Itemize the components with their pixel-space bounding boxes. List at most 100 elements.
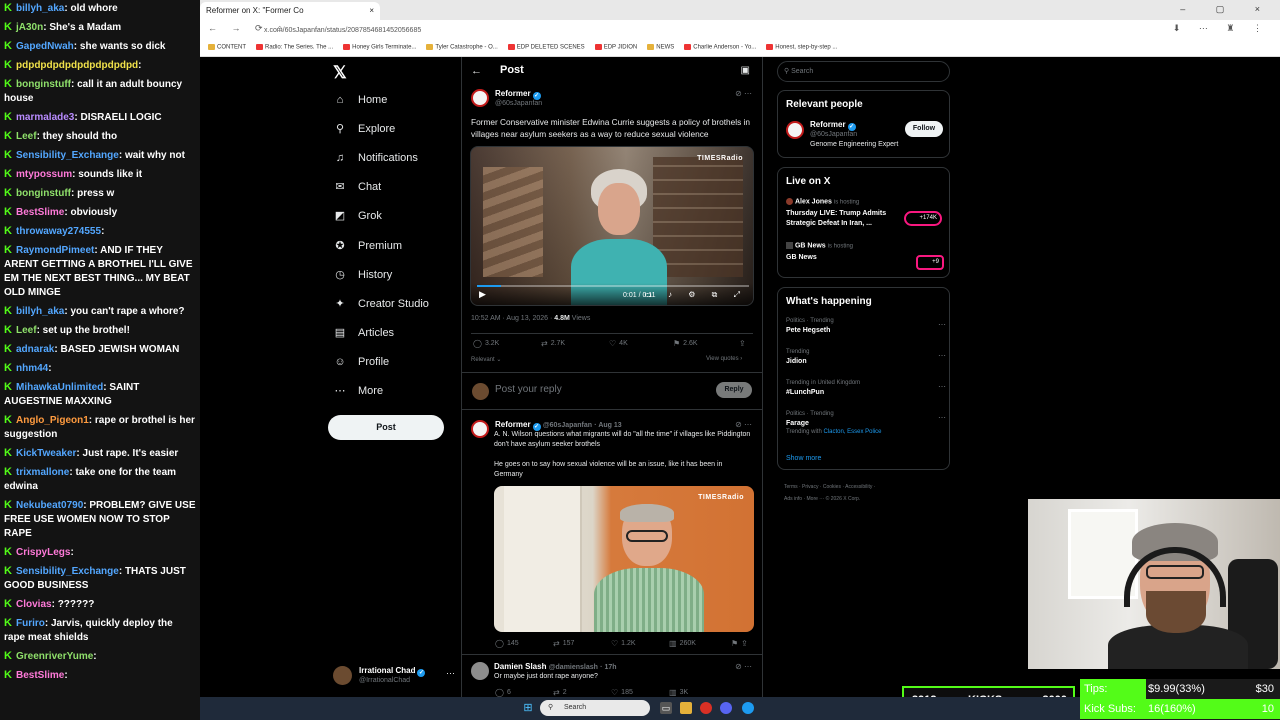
author-name[interactable]: Reformer: [495, 420, 531, 429]
view-quotes-link[interactable]: View quotes ›: [706, 356, 742, 362]
chat-username[interactable]: Leef: [16, 131, 37, 142]
reply-action[interactable]: ◯ 145: [495, 639, 553, 648]
chat-username[interactable]: Nekubeat0790: [16, 500, 83, 511]
nav-item-more[interactable]: ⋯ More: [333, 380, 384, 402]
repost-action[interactable]: ⇄ 157: [553, 639, 611, 648]
video-control-icons[interactable]: ▭ ♪ ⚙ ⧉ ⤢: [644, 290, 747, 300]
author-name[interactable]: Reformer: [495, 89, 531, 98]
more-options-icon[interactable]: ⋯: [446, 668, 455, 679]
grok-and-more-icons[interactable]: ⊘ ⋯: [735, 420, 752, 429]
like-action[interactable]: ♡ 185: [611, 688, 669, 697]
chrome-icon[interactable]: [700, 702, 712, 714]
nav-item-chat[interactable]: ✉ Chat: [333, 176, 381, 198]
chat-username[interactable]: throwaway274555: [16, 226, 101, 237]
search-input[interactable]: ⚲ Search: [777, 61, 950, 82]
more-options-icon[interactable]: ⋯: [938, 320, 946, 329]
views-action[interactable]: ▥ 260K: [669, 639, 731, 648]
task-view-icon[interactable]: ▭: [660, 702, 672, 714]
chat-username[interactable]: bonginstuff: [16, 79, 71, 90]
browser-toolbar-icons[interactable]: ⬇ ⋯ ♜ ⋮: [1173, 23, 1270, 34]
close-tab-icon[interactable]: ×: [369, 6, 374, 15]
chat-username[interactable]: Leef: [16, 325, 37, 336]
person-name[interactable]: Reformer: [810, 120, 846, 129]
nav-item-creator-studio[interactable]: ✦ Creator Studio: [333, 293, 429, 315]
bookmark-item[interactable]: EDP JIDION: [594, 44, 637, 51]
nav-item-profile[interactable]: ☺ Profile: [333, 351, 389, 373]
chat-username[interactable]: Anglo_Pigeon1: [16, 415, 89, 426]
nav-item-history[interactable]: ◷ History: [333, 264, 392, 286]
chat-username[interactable]: BestSlime: [16, 207, 64, 218]
person-handle[interactable]: @60sJapanfan: [810, 131, 898, 138]
tweet-date[interactable]: · Aug 13: [594, 422, 621, 429]
reply-input[interactable]: Post your reply: [495, 384, 562, 395]
chat-username[interactable]: CrispyLegs: [16, 547, 70, 558]
nav-item-grok[interactable]: ◩ Grok: [333, 205, 382, 227]
author-handle[interactable]: @60sJapanfan: [495, 100, 542, 107]
nav-item-premium[interactable]: ✪ Premium: [333, 235, 402, 257]
grok-and-more-icons[interactable]: ⊘ ⋯: [735, 662, 752, 671]
browser-tab[interactable]: Reformer on X: "Former Co ×: [200, 2, 380, 20]
reply-button[interactable]: Reply: [716, 382, 752, 398]
share-action[interactable]: ⇪: [739, 339, 749, 348]
avatar[interactable]: [471, 420, 489, 438]
nav-item-explore[interactable]: ⚲ Explore: [333, 118, 395, 140]
more-options-icon[interactable]: ⋯: [938, 413, 946, 422]
footer-line[interactable]: Terms · Privacy · Cookies · Accessibilit…: [784, 481, 944, 493]
views-action[interactable]: ▥ 3K: [669, 688, 731, 697]
bookmark-item[interactable]: Honest, step-by-step ...: [766, 44, 837, 51]
avatar[interactable]: [471, 662, 489, 680]
footer-line[interactable]: Ads info · More ··· © 2026 X Corp.: [784, 493, 944, 505]
live-item[interactable]: GB News is hosting GB News +9: [786, 242, 946, 270]
avatar[interactable]: [786, 121, 804, 139]
follow-button[interactable]: Follow: [905, 121, 943, 137]
window-controls[interactable]: – ▢ ×: [1180, 4, 1274, 15]
chat-username[interactable]: bonginstuff: [16, 188, 71, 199]
chat-username[interactable]: RaymondPimeet: [16, 245, 94, 256]
chat-username[interactable]: MihawkaUnlimited: [16, 382, 103, 393]
chat-username[interactable]: GapedNwah: [16, 41, 74, 52]
chat-username[interactable]: trixmallone: [16, 467, 69, 478]
trend-item[interactable]: Trending Jidion ⋯: [786, 349, 946, 365]
play-icon[interactable]: ▶: [479, 289, 486, 300]
chat-username[interactable]: BestSlime: [16, 670, 64, 681]
sort-replies-dropdown[interactable]: Relevant ⌄: [471, 356, 501, 363]
file-explorer-icon[interactable]: [680, 702, 692, 714]
reply-action[interactable]: ◯ 3.2K: [473, 339, 541, 348]
author-handle[interactable]: @60sJapanfan: [543, 422, 592, 429]
tweet-author[interactable]: Reformer ✓ @60sJapanfan: [471, 89, 542, 107]
address-bar[interactable]: x.com/60sJapanfan/status/208785468145205…: [264, 24, 1124, 37]
chat-username[interactable]: Furiro: [16, 618, 45, 629]
discord-icon[interactable]: [720, 702, 732, 714]
windows-start-icon[interactable]: ⊞: [522, 702, 534, 714]
bookmark-item[interactable]: Tyler Catastrophe - O...: [426, 44, 498, 51]
more-options-icon[interactable]: ⋯: [938, 351, 946, 360]
nav-item-notifications[interactable]: ♫ Notifications: [333, 147, 418, 169]
taskbar-search[interactable]: ⚲ Search: [540, 700, 650, 716]
repost-action[interactable]: ⇄ 2: [553, 688, 611, 697]
chat-username[interactable]: jA30n: [16, 22, 43, 33]
bookmark-item[interactable]: CONTENT: [208, 44, 246, 51]
like-action[interactable]: ♡ 4K: [609, 339, 673, 348]
account-switcher[interactable]: Irrational Chad ✓ @IrrationalChad ⋯: [333, 661, 455, 689]
avatar[interactable]: [471, 89, 489, 107]
tweet-video[interactable]: TIMESRadio ▶ 0:01 / 0:11 ▭ ♪ ⚙ ⧉ ⤢: [470, 146, 754, 306]
bookmark-item[interactable]: NEWS: [647, 44, 674, 51]
bookmark-action[interactable]: ⚑ 2.6K: [673, 339, 739, 348]
tweet-video[interactable]: TIMESRadio: [494, 486, 754, 632]
trend-item[interactable]: Politics · Trending Farage Trending with C…: [786, 411, 946, 435]
chat-username[interactable]: mtypossum: [16, 169, 72, 180]
reply-action[interactable]: ◯ 6: [495, 688, 553, 697]
chat-username[interactable]: pdpdpdpdpdpdpdpdpdpd: [16, 60, 138, 71]
nav-item-articles[interactable]: ▤ Articles: [333, 322, 394, 344]
reader-mode-icon[interactable]: ▣: [741, 65, 750, 76]
chat-username[interactable]: KickTweaker: [16, 448, 76, 459]
grok-and-more-icons[interactable]: ⊘ ⋯: [735, 89, 752, 98]
bookmark-share-icons[interactable]: ⚑ ⇪: [731, 639, 751, 648]
live-item[interactable]: Alex Jones is hosting Thursday LIVE: Tru…: [786, 198, 946, 229]
app-icon[interactable]: [742, 702, 754, 714]
chat-username[interactable]: billyh_aka: [16, 306, 64, 317]
nav-item-home[interactable]: ⌂ Home: [333, 89, 388, 111]
bookmark-item[interactable]: EDP DELETED SCENES: [507, 44, 585, 51]
bookmark-item[interactable]: Radio: The Series. The ...: [256, 44, 333, 51]
chat-username[interactable]: adnarak: [16, 344, 54, 355]
